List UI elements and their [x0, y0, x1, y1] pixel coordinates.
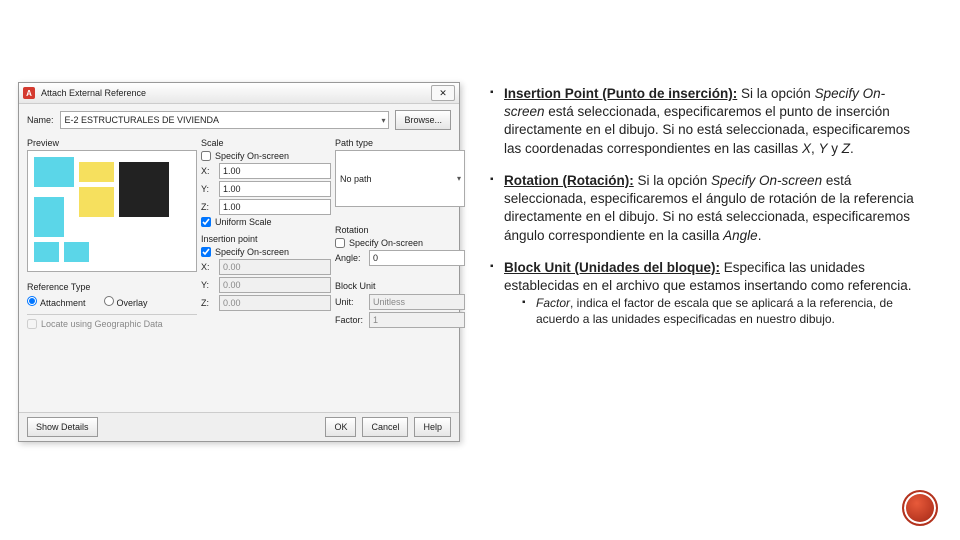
slide-badge-icon	[902, 490, 938, 526]
insertion-z-field: 0.00	[219, 295, 331, 311]
scale-label: Scale	[201, 138, 331, 148]
blockunit-label: Block Unit	[335, 281, 465, 291]
rotation-specify-checkbox[interactable]	[335, 238, 345, 248]
radio-attachment[interactable]: Attachment	[27, 296, 86, 308]
preview-thumbnail	[27, 150, 197, 272]
radio-overlay[interactable]: Overlay	[104, 296, 148, 308]
insertion-x-field: 0.00	[219, 259, 331, 275]
scale-z-field[interactable]: 1.00	[219, 199, 331, 215]
attach-xref-dialog: A Attach External Reference ✕ Name: E-2 …	[18, 82, 460, 442]
insertion-y-field: 0.00	[219, 277, 331, 293]
geo-label: Locate using Geographic Data	[41, 319, 163, 329]
browse-button[interactable]: Browse...	[395, 110, 451, 130]
app-icon: A	[23, 87, 35, 99]
show-details-button[interactable]: Show Details	[27, 417, 98, 437]
titlebar: A Attach External Reference ✕	[19, 83, 459, 104]
name-combo[interactable]: E-2 ESTRUCTURALES DE VIVIENDA	[60, 111, 390, 129]
pathtype-combo[interactable]: No path	[335, 150, 465, 207]
uniform-scale-checkbox[interactable]	[201, 217, 211, 227]
close-icon[interactable]: ✕	[431, 85, 455, 101]
rotation-label: Rotation	[335, 225, 465, 235]
angle-field[interactable]: 0	[369, 250, 465, 266]
scale-x-field[interactable]: 1.00	[219, 163, 331, 179]
cancel-button[interactable]: Cancel	[362, 417, 408, 437]
unit-field: Unitless	[369, 294, 465, 310]
name-label: Name:	[27, 115, 54, 125]
preview-label: Preview	[27, 138, 197, 148]
factor-field: 1	[369, 312, 465, 328]
insertion-specify-checkbox[interactable]	[201, 247, 211, 257]
help-button[interactable]: Help	[414, 417, 451, 437]
ok-button[interactable]: OK	[325, 417, 356, 437]
scale-y-field[interactable]: 1.00	[219, 181, 331, 197]
insertion-label: Insertion point	[201, 234, 331, 244]
reftype-label: Reference Type	[27, 282, 197, 292]
dialog-title: Attach External Reference	[41, 88, 146, 98]
geo-checkbox	[27, 319, 37, 329]
explanatory-text: Insertion Point (Punto de inserción): Si…	[490, 85, 920, 342]
scale-specify-checkbox[interactable]	[201, 151, 211, 161]
pathtype-label: Path type	[335, 138, 465, 148]
